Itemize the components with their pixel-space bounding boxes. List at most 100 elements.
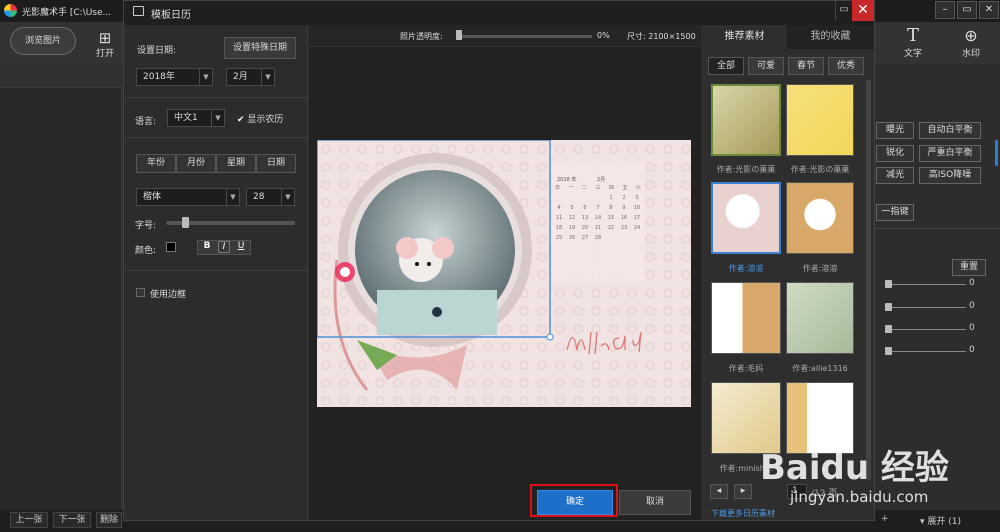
opacity-slider-track[interactable] [458,35,592,38]
set-special-date-button[interactable]: 设置特殊日期 [224,37,296,59]
day-cell: 22 [607,225,615,231]
high-iso-denoise-button[interactable]: 高ISO降噪 [919,167,981,184]
filter-spring-festival[interactable]: 春节 [788,57,824,75]
material-thumb-3[interactable] [711,182,781,254]
checkmark-icon: ✔ [237,115,245,125]
severe-white-balance-button[interactable]: 严重白平衡 [919,145,981,162]
watermark-tool-button[interactable]: ⊕ 水印 [954,26,988,59]
material-thumb-6[interactable] [786,282,854,354]
day-cell: 1 [609,195,613,201]
text-tool-button[interactable]: T 文字 [896,26,930,60]
day-cell: 28 [594,235,602,241]
weekday-label: 二 [581,185,587,191]
app-close-button[interactable]: ✕ [979,1,999,19]
opacity-value: 0% [597,31,610,40]
app-right-scrollbar[interactable] [995,140,998,166]
dialog-close-button[interactable]: ✕ [852,0,874,21]
app-maximize-button[interactable]: ▭ [957,1,977,19]
adjust-slider-1[interactable]: 0 [880,278,1000,290]
show-lunar-checkbox[interactable]: ✔ 显示农历 [237,112,283,125]
adjust-slider-2[interactable]: 0 [880,301,1000,313]
app-title: 光影魔术手 [C:\Use... [22,8,112,18]
sharpen-button[interactable]: 锐化 [876,145,914,162]
filter-all[interactable]: 全部 [708,57,744,75]
filter-cute[interactable]: 可爱 [748,57,784,75]
use-border-checkbox[interactable] [136,288,145,297]
auto-white-balance-button[interactable]: 自动白平衡 [919,122,981,139]
font-select[interactable]: 楷体 ▼ [136,188,240,206]
exposure-button[interactable]: 曝光 [876,122,914,139]
day-cell: 14 [594,215,602,221]
open-label: 打开 [95,49,114,59]
material-caption-6: 作者:allie1316 [792,364,848,373]
day-cell: 11 [555,215,563,221]
material-thumb-1[interactable] [711,84,781,156]
language-select[interactable]: 中文1 ▼ [167,109,225,127]
bold-button[interactable]: B [201,241,213,251]
browse-images-button[interactable]: 浏览图片 [10,27,76,55]
divider [125,97,307,98]
cancel-button[interactable]: 取消 [619,490,691,515]
open-button[interactable]: ⊞ 打开 [88,30,122,59]
app-left-strip [0,64,122,88]
tab-year[interactable]: 年份 [136,154,176,173]
size-slider-knob[interactable] [182,217,189,228]
color-label: 颜色: [135,246,157,256]
day-cell [555,195,563,201]
material-thumb-2[interactable] [786,84,854,156]
tab-favorites[interactable]: 我的收藏 [787,25,874,49]
underline-button[interactable]: U [235,241,247,251]
next-page-button[interactable]: ▸ [734,484,752,499]
opacity-slider-knob[interactable] [456,30,462,40]
reset-button[interactable]: 重置 [952,259,986,276]
divider [125,137,307,138]
filter-excellent[interactable]: 优秀 [828,57,864,75]
dim-button[interactable]: 减光 [876,167,914,184]
tab-recommended[interactable]: 推荐素材 [702,25,787,49]
prev-page-button[interactable]: ◂ [710,484,728,499]
day-cell: 9 [622,205,626,211]
color-swatch[interactable] [166,242,176,252]
day-cell [568,195,576,201]
dialog-restore-button[interactable]: ▭ [835,0,852,21]
plus-icon[interactable]: + [881,514,889,524]
day-cell: 15 [607,215,615,221]
material-thumb-5[interactable] [711,282,781,354]
tab-month[interactable]: 月份 [176,154,216,173]
italic-button[interactable]: I [218,241,230,253]
app-minimize-button[interactable]: – [935,1,955,19]
one-click-button[interactable]: 一指键 [876,204,914,221]
material-caption-1: 作者:光影の菓菓 [716,165,776,174]
adjust-slider-3[interactable]: 0 [880,323,1000,335]
day-cell: 3 [635,195,639,201]
template-preview[interactable]: 2018 年 2月 日一二三四五六 1 2 3 4 5 6 7 8 9 10 11 12 13 14 15 16… [317,140,691,407]
chevron-down-icon: ▼ [281,189,294,205]
divider [875,228,1000,229]
calendar-year: 2018 年 [557,177,577,183]
day-cell: 20 [581,225,589,231]
day-cell: 7 [596,205,600,211]
expand-button[interactable]: ▾ 展开 (1) [920,514,961,527]
tab-week[interactable]: 星期 [216,154,256,173]
watermark-tool-label: 水印 [961,49,980,59]
material-thumb-4[interactable] [786,182,854,254]
tab-date[interactable]: 日期 [256,154,296,173]
materials-scrollbar[interactable] [866,80,871,480]
use-border-label: 使用边框 [150,290,187,300]
day-cell: 10 [633,205,641,211]
month-select[interactable]: 2月 ▼ [226,68,275,86]
delete-image-button[interactable]: 删除 [96,512,122,528]
watermark-brand: Baidu 经验 [760,448,949,488]
day-cell [607,235,615,241]
set-date-label: 设置日期: [137,46,177,56]
dialog-titlebar[interactable] [124,1,874,25]
adjust-slider-4[interactable]: 0 [880,345,1000,357]
year-select[interactable]: 2018年 ▼ [136,68,213,86]
day-cell: 21 [594,225,602,231]
open-icon: ⊞ [98,29,112,47]
prev-image-button[interactable]: 上一张 [10,512,48,528]
size-label: 字号: [135,221,157,231]
next-image-button[interactable]: 下一张 [53,512,91,528]
size-info: 尺寸: 2100×1500 [627,32,696,41]
font-size-select[interactable]: 28 ▼ [246,188,295,206]
